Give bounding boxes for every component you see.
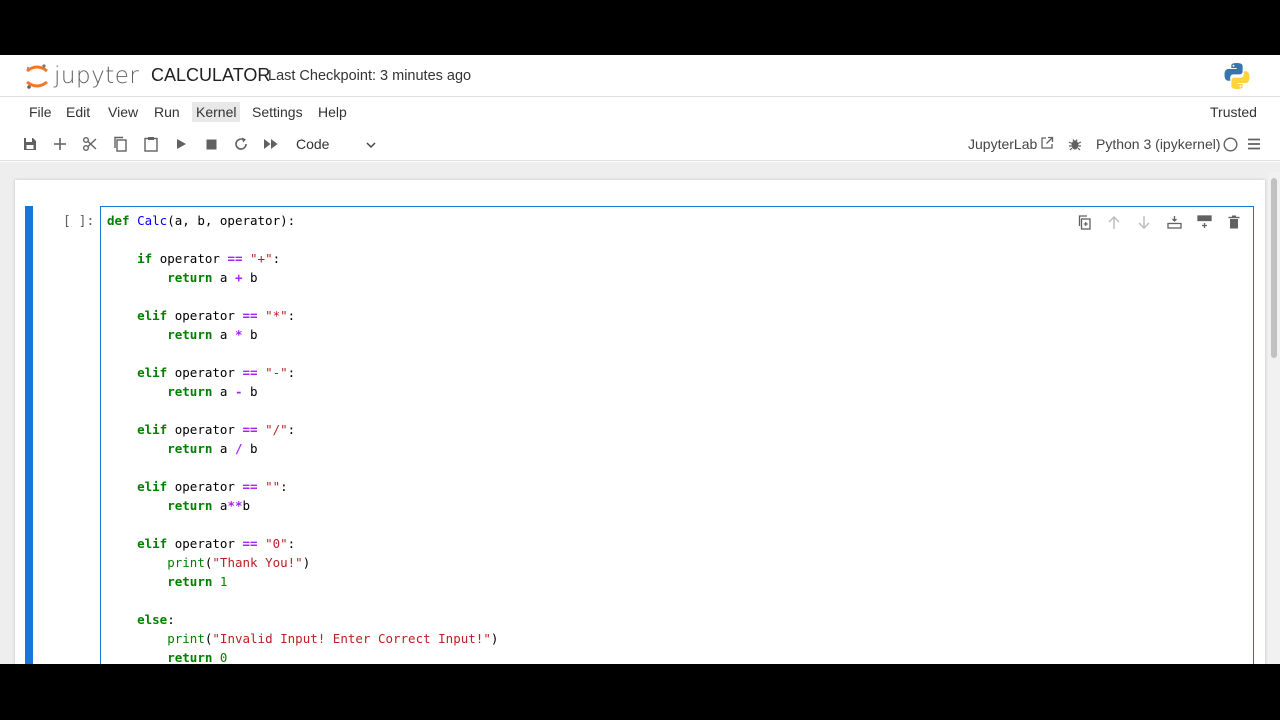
stop-icon[interactable] [202,135,220,153]
hamburger-menu-icon[interactable] [1245,135,1263,153]
cell-collapser[interactable] [25,206,33,664]
duplicate-cell-icon[interactable] [1075,213,1093,231]
code-line: else: [137,612,175,627]
cut-icon[interactable] [81,135,99,153]
code-line: elif operator == "/": [137,422,296,437]
code-line: def Calc(a, b, operator): [107,213,296,228]
code-line: elif operator == "": [137,479,288,494]
notebook-toolbar: Code JupyterLab Python 3 (ipykernel) [0,127,1280,161]
restart-icon[interactable] [232,135,250,153]
debugger-bug-icon[interactable] [1066,135,1084,153]
code-line: print("Invalid Input! Enter Correct Inpu… [167,631,499,646]
insert-below-icon[interactable] [1195,213,1213,231]
jupyterlab-link[interactable]: JupyterLab [968,136,1037,152]
code-line: return 1 [167,574,228,589]
code-line: return a + b [167,270,258,285]
insert-above-icon[interactable] [1165,213,1183,231]
menu-help[interactable]: Help [314,102,351,122]
move-up-icon[interactable] [1105,213,1123,231]
add-cell-icon[interactable] [51,135,69,153]
code-line: return a / b [167,441,258,456]
jupyter-logo[interactable]: jupyter [24,60,144,92]
delete-cell-icon[interactable] [1225,213,1243,231]
menu-bar: File Edit View Run Kernel Settings Help … [0,97,1280,127]
menu-kernel[interactable]: Kernel [192,102,241,122]
cell-input-prompt: [ ]: [63,214,95,229]
cell-type-value: Code [296,136,330,152]
python-logo-icon [1222,61,1252,91]
code-line: elif operator == "0": [137,536,296,551]
menu-view[interactable]: View [104,102,142,122]
fast-forward-icon[interactable] [262,135,280,153]
run-icon[interactable] [172,135,190,153]
notebook-area: [ ]: def Calc(a, b, operator): if operat… [0,162,1280,664]
menu-file[interactable]: File [25,102,56,122]
copy-icon[interactable] [111,135,129,153]
letterbox-bottom [0,664,1280,720]
notebook-title[interactable]: CALCULATOR [151,65,270,86]
menu-edit[interactable]: Edit [62,102,94,122]
code-line: return a * b [167,327,258,342]
trusted-indicator[interactable]: Trusted [1210,104,1257,120]
menu-settings[interactable]: Settings [248,102,307,122]
logo-text: jupyter [54,63,140,89]
paste-icon[interactable] [142,135,160,153]
external-link-icon[interactable] [1038,134,1056,152]
cell-toolbar [1075,213,1243,231]
menu-run[interactable]: Run [150,102,184,122]
chevron-down-icon [366,136,376,152]
code-cell[interactable]: [ ]: def Calc(a, b, operator): if operat… [25,206,1255,664]
cell-type-select[interactable]: Code [290,135,382,153]
code-editor[interactable]: def Calc(a, b, operator): if operator ==… [100,206,1254,664]
kernel-name[interactable]: Python 3 (ipykernel) [1096,136,1221,152]
vertical-scrollbar[interactable] [1268,172,1280,664]
code-line: return 0 [167,650,228,664]
code-line: return a**b [167,498,251,513]
header: jupyter CALCULATOR Last Checkpoint: 3 mi… [0,55,1280,97]
kernel-status-idle-icon [1221,135,1239,153]
code-line: elif operator == "*": [137,308,296,323]
code-line: elif operator == "-": [137,365,296,380]
code-line: print("Thank You!") [167,555,311,570]
letterbox-top [0,0,1280,55]
save-icon[interactable] [21,135,39,153]
code-content: def Calc(a, b, operator): if operator ==… [107,211,498,664]
move-down-icon[interactable] [1135,213,1153,231]
notebook-page: [ ]: def Calc(a, b, operator): if operat… [15,180,1265,664]
scrollbar-thumb[interactable] [1271,178,1277,358]
code-line: if operator == "+": [137,251,281,266]
jupyter-notebook-app: jupyter CALCULATOR Last Checkpoint: 3 mi… [0,55,1280,664]
code-line: return a - b [167,384,258,399]
jupyter-logo-icon [24,60,50,92]
checkpoint-status: Last Checkpoint: 3 minutes ago [268,68,472,84]
